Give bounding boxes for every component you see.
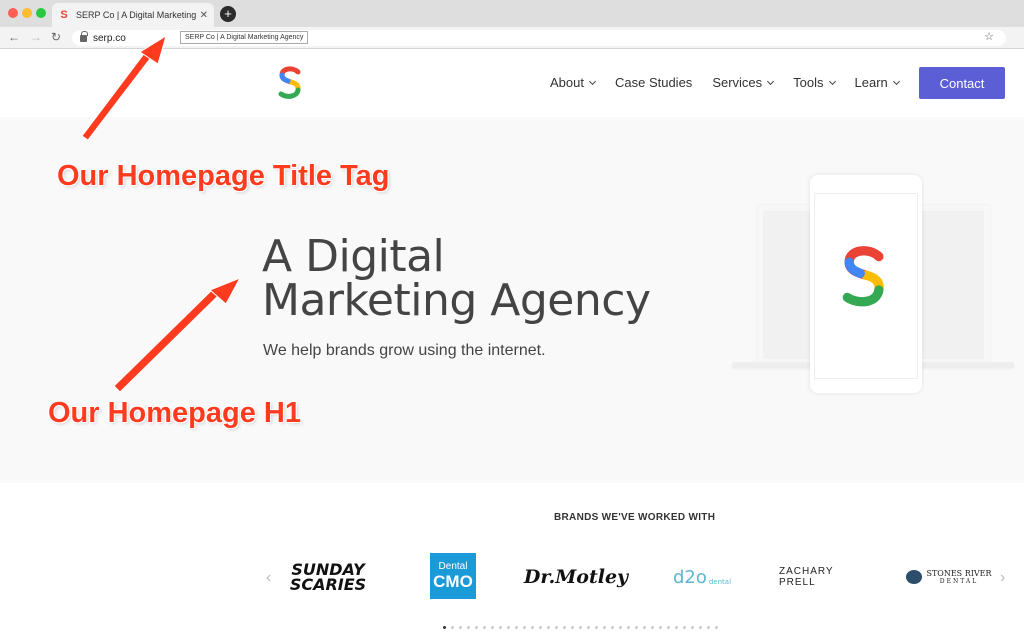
brand-logo-line: DENTAL	[939, 578, 979, 585]
stones-river-wave-icon	[906, 570, 923, 584]
carousel-dot[interactable]	[611, 626, 614, 629]
carousel-dot[interactable]	[667, 626, 670, 629]
browser-toolbar: ← → ↻ serp.co ☆	[0, 27, 1024, 49]
brand-logo-zachary-prell[interactable]: ZACHARY PRELL	[779, 553, 871, 601]
carousel-dot[interactable]	[539, 626, 542, 629]
carousel-dot[interactable]	[531, 626, 534, 629]
screen: S SERP Co | A Digital Marketing A ✕ + ← …	[0, 0, 1024, 643]
contact-button[interactable]: Contact	[919, 67, 1005, 99]
bookmark-star-icon[interactable]: ☆	[984, 30, 994, 43]
brand-logo-sunday-scaries[interactable]: SUNDAY SCARIES	[283, 553, 373, 601]
window-minimize-button[interactable]	[22, 8, 32, 18]
nav-services[interactable]: Services	[712, 75, 775, 90]
carousel-dot[interactable]	[675, 626, 678, 629]
carousel-dot[interactable]	[507, 626, 510, 629]
brand-logo-dental-cmo[interactable]: Dental CMO	[430, 553, 476, 599]
carousel-dot[interactable]	[523, 626, 526, 629]
carousel-dot[interactable]	[691, 626, 694, 629]
carousel-dot[interactable]	[555, 626, 558, 629]
carousel-dot[interactable]	[491, 626, 494, 629]
chevron-left-icon[interactable]: ‹	[266, 569, 271, 587]
plus-icon[interactable]: +	[220, 6, 236, 22]
brands-title: BRANDS WE'VE WORKED WITH	[554, 512, 716, 523]
serp-logo-large-icon	[842, 246, 884, 307]
browser-tab[interactable]: S SERP Co | A Digital Marketing A ✕	[52, 3, 214, 27]
brand-logo-line: STONES RIVER	[926, 569, 992, 578]
site-header: About Case Studies Services Tools Learn …	[0, 49, 1024, 117]
carousel-dot[interactable]	[659, 626, 662, 629]
carousel-dot[interactable]	[515, 626, 518, 629]
carousel-dot[interactable]	[563, 626, 566, 629]
chevron-down-icon	[588, 77, 597, 86]
favicon-icon: S	[60, 9, 68, 21]
carousel-dot[interactable]	[643, 626, 646, 629]
brand-logo-d2o-dental[interactable]: d2o dental	[672, 553, 732, 601]
lock-icon	[80, 30, 88, 42]
carousel-dot[interactable]	[451, 626, 454, 629]
hero-heading-line2: Marketing Agency	[262, 275, 651, 326]
forward-arrow-icon[interactable]: →	[30, 30, 42, 44]
chevron-right-icon[interactable]: ›	[1000, 569, 1005, 587]
brands-section: BRANDS WE'VE WORKED WITH ‹ SUNDAY SCARIE…	[0, 483, 1024, 643]
main-nav: About Case Studies Services Tools Learn	[550, 75, 919, 90]
annotation-h1: Our Homepage H1	[48, 397, 301, 429]
tab-tooltip: SERP Co | A Digital Marketing Agency	[180, 31, 309, 44]
nav-about-label: About	[550, 75, 584, 90]
carousel-dot[interactable]	[459, 626, 462, 629]
close-icon[interactable]: ✕	[200, 10, 208, 21]
carousel-dot[interactable]	[619, 626, 622, 629]
nav-tools[interactable]: Tools	[793, 75, 836, 90]
chevron-down-icon	[828, 77, 836, 86]
carousel-dot[interactable]	[683, 626, 686, 629]
nav-about[interactable]: About	[550, 75, 597, 90]
brand-logo-line: Dental	[438, 560, 468, 572]
carousel-dot[interactable]	[547, 626, 550, 629]
serp-logo-icon[interactable]	[276, 66, 304, 100]
brand-logo-stones-river-dental[interactable]: STONES RIVER DENTAL	[906, 553, 992, 601]
browser-tab-strip: S SERP Co | A Digital Marketing A ✕ +	[0, 0, 1024, 27]
carousel-dot[interactable]	[651, 626, 654, 629]
url-text: serp.co	[93, 32, 126, 44]
brand-logo-dr-motley[interactable]: Dr.Motley	[524, 553, 628, 601]
nav-services-label: Services	[712, 75, 763, 90]
carousel-dot[interactable]	[483, 626, 486, 629]
carousel-dot[interactable]	[499, 626, 502, 629]
carousel-dot[interactable]	[707, 626, 710, 629]
carousel-dot[interactable]	[475, 626, 478, 629]
window-close-button[interactable]	[8, 8, 18, 18]
chevron-down-icon	[892, 77, 900, 86]
nav-learn-label: Learn	[854, 75, 888, 90]
nav-tools-label: Tools	[793, 75, 824, 90]
carousel-dot[interactable]	[467, 626, 470, 629]
carousel-dot[interactable]	[587, 626, 590, 629]
hero-subheading: We help brands grow using the internet.	[263, 342, 546, 359]
carousel-dot[interactable]	[443, 626, 446, 629]
back-arrow-icon[interactable]: ←	[8, 30, 20, 44]
nav-case-studies[interactable]: Case Studies	[615, 75, 692, 90]
nav-case-studies-label: Case Studies	[614, 75, 693, 90]
brand-logo-line: d2o	[672, 566, 707, 588]
carousel-dot[interactable]	[715, 626, 718, 629]
nav-learn[interactable]: Learn	[854, 75, 900, 90]
carousel-dot[interactable]	[571, 626, 574, 629]
brand-logo-text: STONES RIVER DENTAL	[926, 569, 991, 585]
brand-logo-line: SCARIES	[289, 575, 367, 594]
carousel-dot[interactable]	[579, 626, 582, 629]
carousel-dot[interactable]	[595, 626, 598, 629]
carousel-dot[interactable]	[603, 626, 606, 629]
hero-heading: A Digital Marketing Agency	[262, 235, 722, 323]
carousel-dots	[443, 626, 718, 629]
reload-icon[interactable]: ↻	[51, 30, 61, 44]
carousel-dot[interactable]	[635, 626, 638, 629]
annotation-title-tag: Our Homepage Title Tag	[57, 160, 390, 192]
carousel-dot[interactable]	[699, 626, 702, 629]
brand-logo-line: CMO	[433, 571, 473, 591]
brand-logo-sub: dental	[708, 578, 732, 586]
carousel-dot[interactable]	[627, 626, 630, 629]
chevron-down-icon	[767, 77, 775, 86]
window-zoom-button[interactable]	[36, 8, 46, 18]
tab-title: SERP Co | A Digital Marketing A	[76, 10, 196, 20]
